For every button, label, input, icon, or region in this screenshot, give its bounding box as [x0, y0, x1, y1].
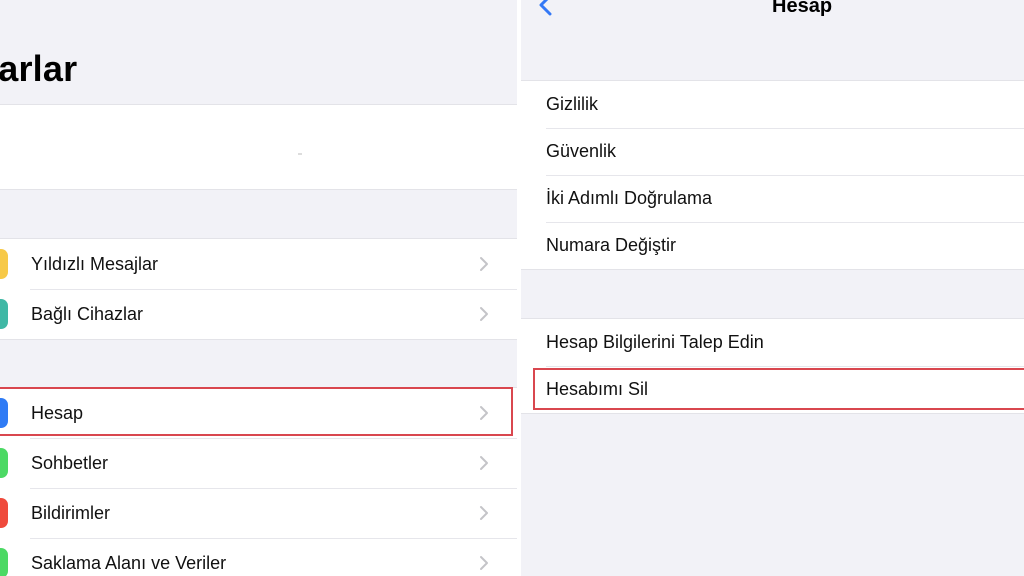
- highlight-box-delete-account: [533, 368, 1024, 410]
- settings-item-label: Yıldızlı Mesajlar: [31, 254, 159, 274]
- chat-icon: [0, 448, 8, 478]
- settings-item-storage-and-data[interactable]: Saklama Alanı ve Veriler: [0, 538, 517, 576]
- settings-item-chats[interactable]: Sohbetler: [0, 438, 517, 488]
- settings-item-notifications[interactable]: Bildirimler: [0, 488, 517, 538]
- highlight-box-account: [0, 387, 513, 436]
- settings-item-label: Saklama Alanı ve Veriler: [31, 553, 227, 573]
- laptop-icon: [0, 299, 8, 329]
- profile-row[interactable]: [0, 104, 517, 190]
- chevron-right-icon: [479, 555, 489, 571]
- chevron-right-icon: [479, 505, 489, 521]
- profile-placeholder: [298, 153, 302, 155]
- settings-group-1: Yıldızlı Mesajlar Bağlı Cihazlar: [0, 238, 517, 340]
- chevron-right-icon: [479, 256, 489, 272]
- account-item-change-number[interactable]: Numara Değiştir: [521, 222, 1024, 269]
- settings-item-label: Bağlı Cihazlar: [31, 304, 144, 324]
- account-item-label: İki Adımlı Doğrulama: [546, 188, 713, 208]
- settings-item-label: Bildirimler: [31, 503, 111, 523]
- nav-title: Hesap: [772, 0, 833, 17]
- account-item-label: Hesap Bilgilerini Talep Edin: [546, 332, 764, 352]
- account-item-request-account-info[interactable]: Hesap Bilgilerini Talep Edin: [521, 319, 1024, 366]
- chevron-right-icon: [479, 306, 489, 322]
- settings-item-label: Sohbetler: [31, 453, 109, 473]
- page-title: yarlar: [0, 48, 78, 89]
- settings-item-starred-messages[interactable]: Yıldızlı Mesajlar: [0, 239, 517, 289]
- star-icon: [0, 249, 8, 279]
- back-arrow-icon[interactable]: [538, 0, 554, 18]
- account-item-security[interactable]: Güvenlik: [521, 128, 1024, 175]
- account-item-label: Gizlilik: [546, 94, 598, 114]
- account-item-label: Güvenlik: [546, 141, 617, 161]
- chevron-right-icon: [479, 455, 489, 471]
- storage-icon: [0, 548, 8, 576]
- settings-item-linked-devices[interactable]: Bağlı Cihazlar: [0, 289, 517, 339]
- account-item-privacy[interactable]: Gizlilik: [521, 81, 1024, 128]
- settings-screen: yarlar Yıldızlı Mesajlar Bağlı Cihazlar …: [0, 0, 517, 576]
- bell-icon: [0, 498, 8, 528]
- account-item-two-step-verification[interactable]: İki Adımlı Doğrulama: [521, 175, 1024, 222]
- account-group-1: Gizlilik Güvenlik İki Adımlı Doğrulama N…: [521, 80, 1024, 270]
- account-item-label: Numara Değiştir: [546, 235, 677, 255]
